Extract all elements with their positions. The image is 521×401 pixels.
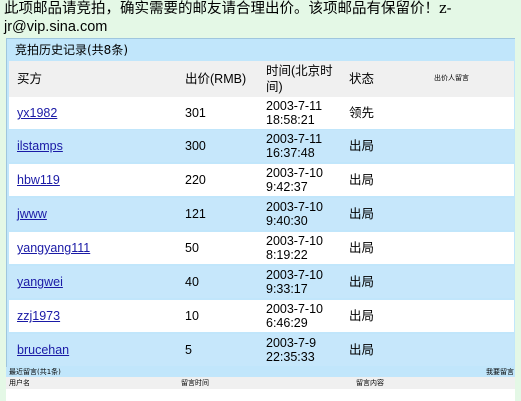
bidder-link[interactable]: yangyang111 — [17, 241, 90, 255]
comments-column-content: 留言内容 — [356, 379, 384, 387]
comments-column-user: 用户名 — [9, 379, 30, 387]
comment-row — [6, 389, 515, 401]
bid-clock: 9:33:17 — [266, 282, 308, 296]
column-header-price: 出价(RMB) — [185, 72, 247, 86]
bidder-link[interactable]: yangwei — [17, 275, 63, 289]
bid-price: 5 — [185, 343, 192, 357]
comments-column-time: 留言时间 — [181, 379, 209, 387]
comments-title-bar: 最近留言(共1条) 我要留言 — [6, 367, 515, 377]
column-header-time: 时间(北京时 间) — [266, 63, 333, 95]
bid-status: 出局 — [349, 173, 375, 187]
bid-price: 220 — [185, 173, 206, 187]
bid-clock: 22:35:33 — [266, 350, 315, 364]
bid-time: 2003-7-10 9:42:37 — [266, 166, 323, 194]
bid-history-title: 竞拍历史记录(共8条) — [15, 43, 128, 57]
bid-clock: 6:46:29 — [266, 316, 308, 330]
bid-status: 出局 — [349, 343, 375, 357]
bid-status: 出局 — [349, 275, 375, 289]
bid-date: 2003-7-10 — [266, 268, 323, 282]
bidder-link[interactable]: hbw119 — [17, 173, 60, 187]
bid-row: hbw119 220 2003-7-10 9:42:37 出局 — [9, 164, 514, 196]
bidder-link[interactable]: jwww — [17, 207, 47, 221]
bid-date: 2003-7-10 — [266, 200, 323, 214]
bid-price: 301 — [185, 106, 206, 120]
bid-clock: 9:40:30 — [266, 214, 308, 228]
bidder-link[interactable]: ilstamps — [17, 139, 63, 153]
bid-row: yangwei 40 2003-7-10 9:33:17 出局 — [9, 266, 514, 298]
bidder-link[interactable]: zzj1973 — [17, 309, 60, 323]
column-header-bidder: 买方 — [17, 72, 43, 86]
bid-time: 2003-7-11 18:58:21 — [266, 99, 322, 127]
bid-row: yangyang111 50 2003-7-10 8:19:22 出局 — [9, 232, 514, 264]
bid-price: 10 — [185, 309, 199, 323]
seller-email: jr@vip.sina.com — [4, 19, 108, 35]
bid-price: 50 — [185, 241, 199, 255]
window-edge — [515, 0, 521, 398]
bid-date: 2003-7-10 — [266, 166, 323, 180]
bid-date: 2003-7-11 — [266, 132, 323, 146]
comments-title: 最近留言(共1条) — [9, 368, 61, 376]
bid-price: 300 — [185, 139, 206, 153]
auction-notice: 此项邮品请竞拍，确实需要的邮友请合理出价。该项邮品有保留价！z- jr@vip.… — [4, 0, 514, 36]
bid-history-panel: 竞拍历史记录(共8条) 买方 出价(RMB) 时间(北京时 间) 状态 出价人留… — [6, 38, 517, 370]
bid-row: yx1982 301 2003-7-11 18:58:21 领先 — [9, 97, 514, 129]
bid-time: 2003-7-9 22:35:33 — [266, 336, 316, 364]
bid-row: ilstamps 300 2003-7-11 16:37:48 出局 — [9, 130, 514, 162]
bid-time: 2003-7-10 6:46:29 — [266, 302, 323, 330]
column-header-time-line-2: 间) — [266, 80, 283, 94]
bid-status: 出局 — [349, 241, 375, 255]
bid-clock: 9:42:37 — [266, 180, 308, 194]
bid-time: 2003-7-11 16:37:48 — [266, 132, 322, 160]
bid-status: 出局 — [349, 309, 375, 323]
column-header-message: 出价人留言 — [434, 75, 469, 82]
post-comment-link[interactable]: 我要留言 — [486, 368, 514, 376]
bid-status: 出局 — [349, 139, 375, 153]
bid-date: 2003-7-11 — [266, 99, 323, 113]
bid-status: 出局 — [349, 207, 375, 221]
bid-row: jwww 121 2003-7-10 9:40:30 出局 — [9, 198, 514, 230]
bid-history-header: 买方 出价(RMB) 时间(北京时 间) 状态 出价人留言 — [9, 61, 514, 97]
bid-clock: 16:37:48 — [266, 146, 315, 160]
bid-date: 2003-7-9 — [266, 336, 317, 350]
bidder-link[interactable]: yx1982 — [17, 106, 57, 120]
bid-clock: 18:58:21 — [266, 113, 315, 127]
bid-price: 40 — [185, 275, 199, 289]
bid-date: 2003-7-10 — [266, 234, 323, 248]
notice-line-1: 此项邮品请竞拍，确实需要的邮友请合理出价。该项邮品有保留价！z- — [4, 1, 452, 17]
bid-date: 2003-7-10 — [266, 302, 323, 316]
bid-time: 2003-7-10 9:33:17 — [266, 268, 323, 296]
comments-header: 用户名 留言时间 留言内容 — [6, 377, 515, 389]
bid-row: zzj1973 10 2003-7-10 6:46:29 出局 — [9, 300, 514, 332]
bid-time: 2003-7-10 8:19:22 — [266, 234, 323, 262]
bid-row: brucehan 5 2003-7-9 22:35:33 出局 — [9, 334, 514, 366]
column-header-time-line-1: 时间(北京时 — [266, 64, 333, 78]
column-header-status: 状态 — [349, 72, 375, 86]
bid-clock: 8:19:22 — [266, 248, 308, 262]
bid-status: 领先 — [349, 106, 375, 120]
bid-price: 121 — [185, 207, 206, 221]
bidder-link[interactable]: brucehan — [17, 343, 69, 357]
bid-time: 2003-7-10 9:40:30 — [266, 200, 323, 228]
